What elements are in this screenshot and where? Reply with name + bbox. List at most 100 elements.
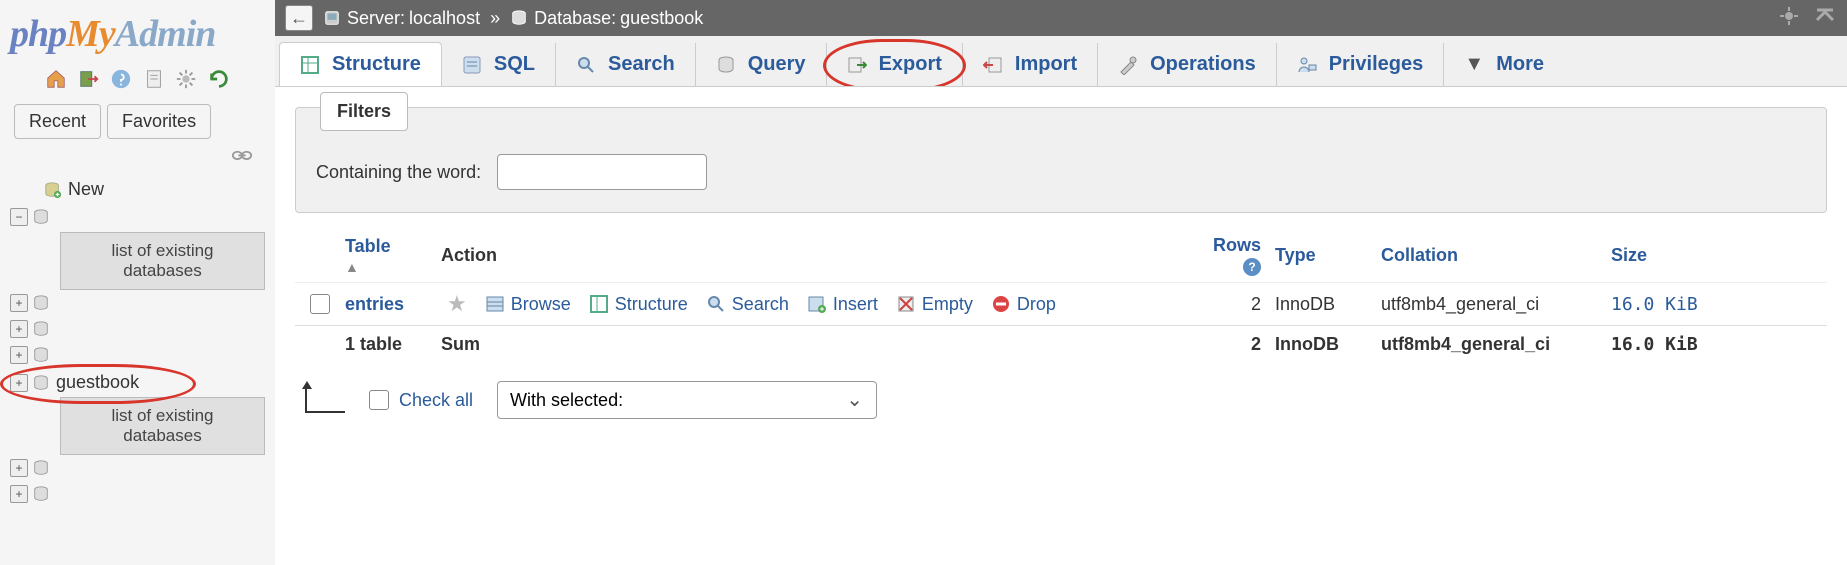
arrow-indicator-icon	[305, 387, 345, 413]
tabbar: Structure SQL Search Query Export Import	[275, 36, 1847, 87]
help-icon[interactable]: ?	[1243, 258, 1261, 276]
separator: »	[490, 8, 500, 29]
plus-icon[interactable]: +	[10, 346, 28, 364]
table-header: Table ▲ Action Rows ? Type Collation Siz…	[295, 229, 1827, 282]
tab-operations[interactable]: Operations	[1098, 43, 1277, 86]
action-browse[interactable]: Browse	[485, 294, 571, 315]
plus-icon[interactable]: +	[10, 294, 28, 312]
sum-type: InnoDB	[1275, 334, 1381, 355]
tree-new-db[interactable]: New	[0, 175, 275, 204]
action-search[interactable]: Search	[706, 294, 789, 315]
tree-db-item[interactable]: +	[0, 455, 275, 481]
tree-db-guestbook[interactable]: + guestbook	[0, 368, 275, 397]
server-value[interactable]: localhost	[409, 8, 480, 29]
search-icon	[706, 294, 726, 314]
action-structure[interactable]: Structure	[589, 294, 688, 315]
back-button[interactable]: ←	[285, 5, 313, 31]
db-value[interactable]: guestbook	[620, 8, 703, 29]
gear-icon[interactable]	[1777, 4, 1801, 28]
favorites-button[interactable]: Favorites	[107, 104, 211, 139]
sidebar-toolbar	[0, 64, 275, 100]
search-icon	[576, 55, 596, 75]
row-collation: utf8mb4_general_ci	[1381, 294, 1611, 315]
insert-icon	[807, 294, 827, 314]
settings-icon[interactable]	[143, 68, 165, 90]
col-type[interactable]: Type	[1275, 245, 1381, 266]
chevron-down-icon: ▼	[1464, 55, 1484, 75]
minus-icon[interactable]: −	[10, 208, 28, 226]
col-collation[interactable]: Collation	[1381, 245, 1611, 266]
tab-more[interactable]: ▼ More	[1444, 43, 1564, 86]
tab-import[interactable]: Import	[963, 43, 1098, 86]
tree-db-item[interactable]: +	[0, 316, 275, 342]
checkall-checkbox[interactable]	[369, 390, 389, 410]
docs-icon[interactable]	[110, 68, 132, 90]
tab-sql[interactable]: SQL	[442, 43, 556, 86]
db-placeholder: list of existing databases	[60, 232, 265, 290]
row-size: 16.0 KiB	[1611, 294, 1731, 315]
row-checkbox[interactable]	[310, 294, 330, 314]
action-drop[interactable]: Drop	[991, 294, 1056, 315]
col-size[interactable]: Size	[1611, 245, 1731, 266]
home-icon[interactable]	[45, 68, 67, 90]
recent-button[interactable]: Recent	[14, 104, 101, 139]
tab-structure[interactable]: Structure	[279, 42, 442, 87]
plus-icon[interactable]: +	[10, 374, 28, 392]
action-empty[interactable]: Empty	[896, 294, 973, 315]
tab-query[interactable]: Query	[696, 43, 827, 86]
sidebar: phpMyAdmin Recent Favorites New −	[0, 0, 275, 565]
tab-search[interactable]: Search	[556, 43, 696, 86]
structure-icon	[589, 294, 609, 314]
plus-icon[interactable]: +	[10, 320, 28, 338]
filters-title: Filters	[320, 92, 408, 131]
database-icon	[32, 294, 50, 312]
logout-icon[interactable]	[78, 68, 100, 90]
tab-privileges[interactable]: Privileges	[1277, 43, 1445, 86]
with-selected-wrap: With selected:	[497, 381, 877, 419]
sum-count: 1 table	[345, 334, 441, 355]
sum-collation: utf8mb4_general_ci	[1381, 334, 1611, 355]
action-insert[interactable]: Insert	[807, 294, 878, 315]
plus-icon[interactable]: +	[10, 459, 28, 477]
col-rows[interactable]: Rows	[1213, 235, 1261, 256]
logo[interactable]: phpMyAdmin	[0, 8, 275, 64]
table-name-link[interactable]: entries	[345, 294, 441, 315]
sort-asc-icon[interactable]: ▲	[345, 259, 359, 275]
row-type: InnoDB	[1275, 294, 1381, 315]
plus-icon[interactable]: +	[10, 485, 28, 503]
tree-db-item[interactable]: +	[0, 342, 275, 368]
col-action: Action	[441, 245, 1155, 266]
privileges-icon	[1297, 55, 1317, 75]
tree-db-item[interactable]: +	[0, 290, 275, 316]
link-icon[interactable]	[231, 149, 253, 163]
tree-db-collapsed[interactable]: −	[0, 204, 275, 230]
import-icon	[983, 55, 1003, 75]
sum-label: Sum	[441, 334, 1155, 355]
server-icon	[323, 9, 341, 27]
filters-panel: Filters Containing the word:	[295, 107, 1827, 213]
filter-label: Containing the word:	[316, 162, 481, 183]
with-selected-select[interactable]: With selected:	[497, 381, 877, 419]
tab-export[interactable]: Export	[827, 43, 963, 86]
content: Filters Containing the word: Table ▲ Act…	[275, 87, 1847, 435]
table-sum-row: 1 table Sum 2 InnoDB utf8mb4_general_ci …	[295, 325, 1827, 363]
collapse-icon[interactable]	[1813, 4, 1837, 28]
query-icon	[716, 55, 736, 75]
favorite-star-icon[interactable]: ★	[447, 291, 467, 317]
drop-icon	[991, 294, 1011, 314]
database-icon	[32, 320, 50, 338]
db-label: Database:	[534, 8, 616, 29]
filter-input[interactable]	[497, 154, 707, 190]
tree-db-item[interactable]: +	[0, 481, 275, 507]
gear-icon[interactable]	[175, 68, 197, 90]
check-all[interactable]: Check all	[369, 390, 473, 411]
server-label: Server:	[347, 8, 405, 29]
export-icon	[847, 55, 867, 75]
col-table[interactable]: Table	[345, 236, 391, 257]
empty-icon	[896, 294, 916, 314]
table-row: entries ★ Browse Structure	[295, 282, 1827, 325]
reload-icon[interactable]	[208, 68, 230, 90]
operations-icon	[1118, 55, 1138, 75]
sum-rows: 2	[1155, 334, 1275, 355]
footer-row: Check all With selected:	[295, 363, 1827, 425]
